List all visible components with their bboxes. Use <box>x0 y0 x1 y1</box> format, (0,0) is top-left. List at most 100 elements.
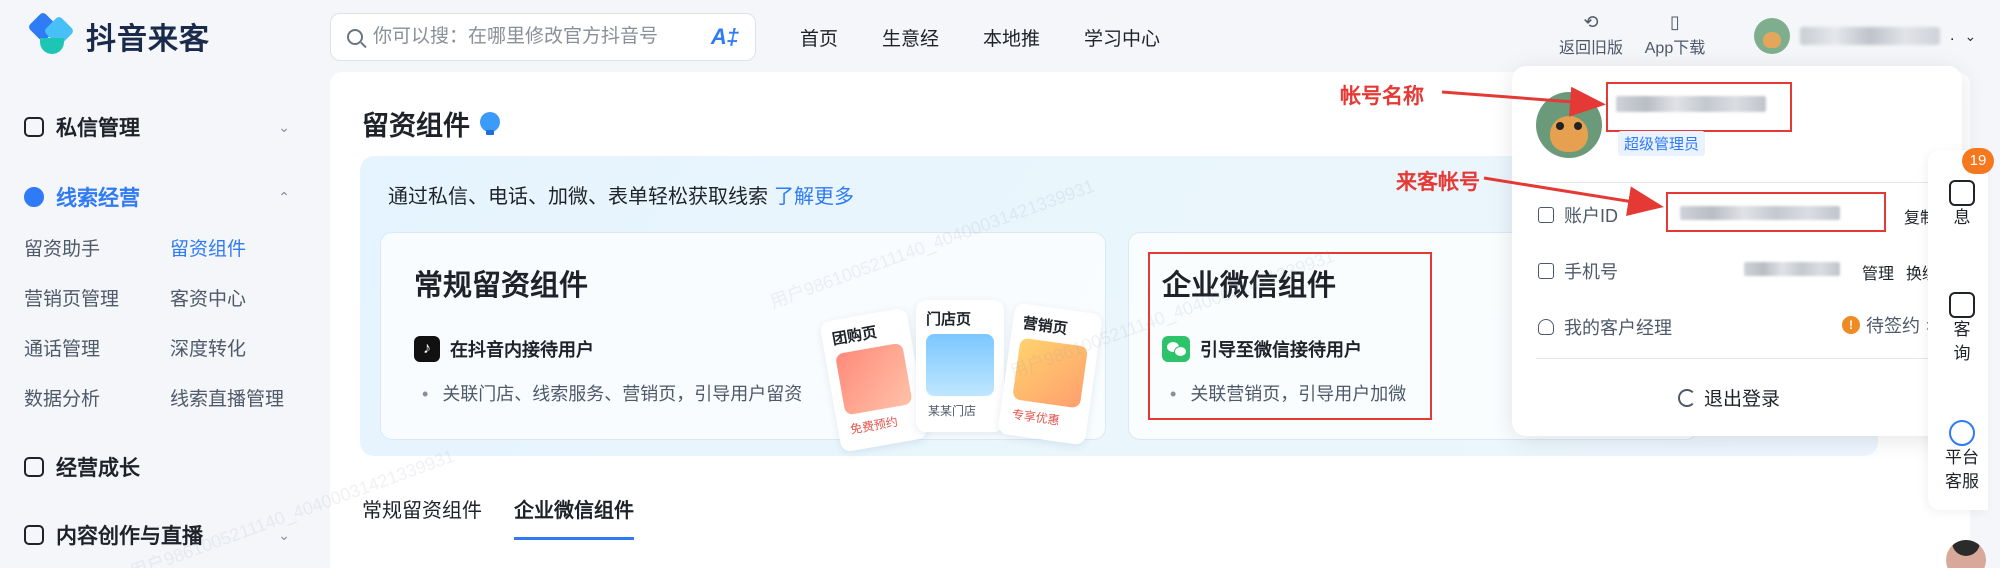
user-menu-trigger[interactable]: . ⌄ <box>1754 18 1976 54</box>
search-input[interactable] <box>373 26 701 48</box>
support-float-button[interactable]: 平台 客服 <box>1932 420 1992 494</box>
sidebar <box>0 72 314 568</box>
card-feature-label: 引导至微信接待用户 <box>1200 340 1362 360</box>
avatar <box>1536 92 1602 158</box>
card-feature-label: 在抖音内接待用户 <box>450 340 594 360</box>
account-manager-label: 我的客户经理 <box>1564 318 1672 338</box>
growth-icon <box>24 457 44 477</box>
sidebar-group-leads[interactable]: 线索经营 ⌃ <box>24 182 290 212</box>
sidebar-item-data-analysis[interactable]: 数据分析 <box>24 384 100 411</box>
headset-icon <box>1949 420 1975 446</box>
account-id-label: 账户ID <box>1564 206 1618 226</box>
thumbnail-sub: 免费预约 <box>849 414 899 437</box>
banner-text: 通过私信、电话、加微、表单轻松获取线索 了解更多 <box>388 180 854 209</box>
page-title-text: 留资组件 <box>362 111 470 141</box>
card-feature: ♪ 在抖音内接待用户 <box>414 336 594 362</box>
component-tabs: 常规留资组件 企业微信组件 <box>362 494 634 540</box>
sidebar-group-growth[interactable]: 经营成长 <box>24 452 290 482</box>
page-preview-thumbnails: 团购页 免费预约 门店页 某某门店 营销页 专享优惠 <box>819 300 1108 453</box>
float-label: 息 <box>1953 208 1971 227</box>
sidebar-item-deep-conversion[interactable]: 深度转化 <box>170 334 246 361</box>
consult-float-button[interactable]: 客 询 <box>1932 292 1992 366</box>
thumbnail-image <box>926 334 994 396</box>
thumbnail-image <box>834 342 913 416</box>
float-label: 询 <box>1953 344 1971 363</box>
tab-wecom-component[interactable]: 企业微信组件 <box>514 494 634 540</box>
sidebar-group-label: 私信管理 <box>56 117 140 140</box>
search-box[interactable]: A‡ <box>330 13 756 61</box>
top-nav: 首页 生意经 本地推 学习中心 <box>800 24 1160 51</box>
douyin-icon: ♪ <box>414 336 440 362</box>
chevron-down-icon: ⌄ <box>278 118 290 135</box>
thumbnail-sub: 专享优惠 <box>1011 407 1061 428</box>
pending-icon: ! <box>1842 316 1860 334</box>
annotation-laike-account: 来客帐号 <box>1396 171 1480 194</box>
user-name-suffix: . <box>1950 27 1955 44</box>
id-card-icon <box>1538 207 1554 223</box>
sidebar-item-live-lead-management[interactable]: 线索直播管理 <box>170 384 284 411</box>
page-title: 留资组件 <box>362 104 500 143</box>
highlight-box-account-id <box>1666 192 1886 232</box>
wechat-icon <box>1162 336 1190 362</box>
account-manager-row[interactable]: 我的客户经理 <box>1538 314 1672 340</box>
app-name: 抖音来客 <box>86 23 210 56</box>
sidebar-item-marketing-pages[interactable]: 营销页管理 <box>24 284 119 311</box>
sidebar-group-label: 线索经营 <box>56 187 140 210</box>
nav-business[interactable]: 生意经 <box>882 24 939 51</box>
sidebar-group-messages[interactable]: 私信管理 ⌄ <box>24 112 290 142</box>
search-icon <box>347 29 363 45</box>
thumbnail-store: 门店页 某某门店 <box>916 300 1004 432</box>
assistant-avatar[interactable] <box>1946 540 1986 568</box>
phone-row: 手机号 <box>1538 258 1618 284</box>
phone-icon <box>1538 263 1554 279</box>
float-label: 平台 <box>1945 448 1979 467</box>
card-description: 关联营销页，引导用户加微 <box>1170 380 1406 406</box>
thumbnail-sub: 某某门店 <box>928 404 977 418</box>
phone-label: 手机号 <box>1564 262 1618 282</box>
sidebar-item-call-management[interactable]: 通话管理 <box>24 334 100 361</box>
account-id-row: 账户ID <box>1538 202 1618 228</box>
messages-float-button[interactable]: 息 <box>1932 180 1992 230</box>
thumbnail-group-buy: 团购页 免费预约 <box>819 307 929 453</box>
phone-icon: ▯ <box>1670 12 1680 32</box>
divider <box>1536 182 1940 183</box>
divider <box>1536 358 1940 359</box>
logout-label: 退出登录 <box>1704 389 1781 410</box>
message-icon <box>24 117 44 137</box>
float-label: 客服 <box>1945 472 1979 491</box>
bell-icon <box>1949 180 1975 206</box>
nav-local-promo[interactable]: 本地推 <box>983 24 1040 51</box>
chevron-down-icon: ⌄ <box>1964 27 1977 44</box>
tab-standard-component[interactable]: 常规留资组件 <box>362 494 482 540</box>
nav-learning-center[interactable]: 学习中心 <box>1084 24 1160 51</box>
phone-number-redacted <box>1744 262 1840 276</box>
manager-status-label: 待签约 <box>1866 316 1920 336</box>
chevron-up-icon: ⌃ <box>278 188 290 205</box>
app-download-label: App下载 <box>1644 40 1706 57</box>
content-icon <box>24 525 44 545</box>
logout-button[interactable]: 退出登录 <box>1678 384 1780 411</box>
sidebar-item-lead-center[interactable]: 客资中心 <box>170 284 246 311</box>
role-badge: 超级管理员 <box>1618 131 1706 156</box>
logo-icon <box>27 11 76 58</box>
person-icon <box>1538 319 1554 335</box>
app-logo[interactable]: 抖音来客 <box>27 11 210 58</box>
refresh-icon: ⟲ <box>1583 12 1599 32</box>
manage-phone-button[interactable]: 管理 <box>1862 260 1894 284</box>
logout-icon <box>1678 388 1696 407</box>
annotation-account-name: 帐号名称 <box>1340 85 1424 108</box>
chat-icon <box>1949 292 1975 318</box>
card-feature: 引导至微信接待用户 <box>1162 336 1362 362</box>
nav-home[interactable]: 首页 <box>800 24 838 51</box>
lightbulb-icon[interactable] <box>480 111 500 136</box>
sidebar-item-lead-assistant[interactable]: 留资助手 <box>24 234 100 261</box>
old-version-button[interactable]: ⟲ 返回旧版 <box>1546 10 1636 58</box>
app-download-button[interactable]: ▯ App下载 <box>1630 10 1720 58</box>
notification-badge: 19 <box>1962 148 1994 174</box>
banner-description: 通过私信、电话、加微、表单轻松获取线索 <box>388 186 768 208</box>
manager-status[interactable]: ! 待签约 › <box>1842 312 1932 338</box>
sidebar-item-lead-components[interactable]: 留资组件 <box>170 234 246 261</box>
ai-search-icon[interactable]: A‡ <box>711 24 739 50</box>
learn-more-link[interactable]: 了解更多 <box>774 186 854 208</box>
float-label: 客 <box>1953 320 1971 339</box>
